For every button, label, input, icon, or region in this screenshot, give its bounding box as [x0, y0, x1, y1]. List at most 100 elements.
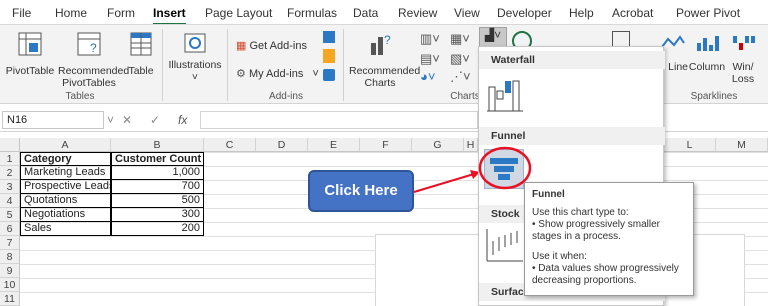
- people-graph-icon[interactable]: [323, 69, 335, 81]
- table-icon: [128, 31, 154, 56]
- tooltip-text: • Data values show progressively decreas…: [532, 263, 679, 286]
- row-header[interactable]: 9: [0, 264, 20, 278]
- row-header[interactable]: 1: [0, 152, 20, 166]
- pie-chart-icon[interactable]: ◕˅: [420, 69, 435, 84]
- cancel-icon[interactable]: ✕: [122, 113, 132, 127]
- table-cell[interactable]: 1,000: [111, 166, 204, 180]
- my-addins-button[interactable]: ⚙ My Add-ins ˅: [236, 67, 319, 80]
- winloss-label-2: Loss: [731, 73, 755, 85]
- column-header[interactable]: A: [20, 138, 111, 152]
- illustrations-button[interactable]: Illustrations ˅: [166, 31, 224, 83]
- menu-insert[interactable]: Insert: [153, 6, 186, 25]
- menu-form[interactable]: Form: [107, 6, 135, 20]
- table-cell[interactable]: 700: [111, 180, 204, 194]
- waterfall-chart-dropdown-button[interactable]: ▟˅: [479, 27, 507, 47]
- column-sparkline-icon: [694, 33, 720, 57]
- scatter-chart-icon[interactable]: ⋰˅: [450, 69, 471, 85]
- menu-help[interactable]: Help: [569, 6, 594, 20]
- column-header[interactable]: H: [464, 138, 478, 152]
- table-cell[interactable]: 500: [111, 194, 204, 208]
- statistic-chart-icon[interactable]: ▧˅: [450, 51, 470, 67]
- store-icon: ▦: [236, 40, 247, 52]
- row-header[interactable]: 11: [0, 292, 20, 306]
- row-header[interactable]: 3: [0, 180, 20, 194]
- svg-text:?: ?: [384, 33, 391, 47]
- column-label: Column: [688, 61, 726, 73]
- visio-icon[interactable]: [323, 31, 335, 43]
- group-tables-label: Tables: [65, 91, 95, 102]
- winloss-sparkline-button[interactable]: Win/ Loss: [728, 33, 758, 85]
- column-sparkline-button[interactable]: Column: [688, 33, 726, 73]
- table-header-cell[interactable]: Category: [20, 152, 111, 166]
- menu-formulas[interactable]: Formulas: [287, 6, 337, 20]
- menu-home[interactable]: Home: [55, 6, 87, 20]
- row-header[interactable]: 10: [0, 278, 20, 292]
- name-box[interactable]: N16: [2, 111, 104, 129]
- column-header[interactable]: L: [664, 138, 716, 152]
- table-cell[interactable]: Prospective Leads: [20, 180, 111, 194]
- menu-power-pivot[interactable]: Power Pivot: [676, 6, 740, 20]
- pivottable-button[interactable]: PivotTable: [4, 31, 56, 77]
- namebox-chevron-icon[interactable]: ˅: [107, 113, 114, 127]
- table-cell[interactable]: 200: [111, 222, 204, 236]
- ribbon-separator: [162, 29, 163, 101]
- menu-developer[interactable]: Developer: [497, 6, 552, 20]
- row-header[interactable]: 4: [0, 194, 20, 208]
- fx-icon[interactable]: fx: [178, 113, 187, 127]
- column-header[interactable]: D: [256, 138, 308, 152]
- get-addins-button[interactable]: ▦ Get Add-ins: [236, 39, 307, 52]
- column-chart-icon[interactable]: ▥˅: [420, 31, 440, 47]
- section-funnel-heading: Funnel: [479, 127, 665, 145]
- column-header[interactable]: C: [204, 138, 256, 152]
- ribbon-separator: [227, 29, 228, 101]
- menu-view[interactable]: View: [454, 6, 480, 20]
- recommended-charts-button[interactable]: ? Recommended Charts: [349, 31, 420, 89]
- recommended-pivottables-label-1: Recommended: [58, 65, 130, 77]
- row-header[interactable]: 6: [0, 222, 20, 236]
- row-header[interactable]: 2: [0, 166, 20, 180]
- bing-maps-icon[interactable]: [323, 49, 335, 63]
- hierarchy-icon[interactable]: ▦˅: [450, 31, 470, 47]
- formula-input[interactable]: [200, 111, 478, 129]
- table-cell[interactable]: Sales: [20, 222, 111, 236]
- table-button[interactable]: Table: [124, 31, 158, 77]
- pivottable-icon: [17, 31, 43, 56]
- tooltip-title: Funnel: [532, 189, 565, 200]
- table-cell[interactable]: Marketing Leads: [20, 166, 111, 180]
- column-header[interactable]: M: [716, 138, 768, 152]
- svg-text:?: ?: [90, 41, 97, 55]
- table-cell[interactable]: Negotiations: [20, 208, 111, 222]
- table-header-cell[interactable]: Customer Count: [111, 152, 204, 166]
- recommended-pivottables-button[interactable]: ? Recommended PivotTables: [58, 31, 130, 89]
- winloss-sparkline-icon: [730, 33, 756, 57]
- illustrations-icon: [182, 31, 208, 55]
- hierarchy-chart-icon[interactable]: ▤˅: [420, 51, 440, 67]
- menu-data[interactable]: Data: [353, 6, 378, 20]
- menu-page-layout[interactable]: Page Layout: [205, 6, 272, 20]
- confirm-icon[interactable]: ✓: [150, 113, 160, 127]
- recommended-pivottables-icon: ?: [76, 31, 102, 56]
- funnel-tooltip: Funnel Use this chart type to: • Show pr…: [524, 182, 694, 296]
- table-cell[interactable]: Quotations: [20, 194, 111, 208]
- waterfall-chart-option[interactable]: [485, 77, 525, 113]
- table-cell[interactable]: 300: [111, 208, 204, 222]
- section-waterfall-heading: Waterfall: [479, 51, 665, 69]
- menu-review[interactable]: Review: [398, 6, 437, 20]
- select-all-corner[interactable]: [0, 138, 20, 152]
- illustrations-label: Illustrations: [168, 59, 222, 71]
- row-header[interactable]: 8: [0, 250, 20, 264]
- recommended-pivottables-label-2: PivotTables: [62, 77, 116, 89]
- menu-bar: File Home Form Insert Page Layout Formul…: [0, 0, 768, 25]
- column-header[interactable]: F: [360, 138, 412, 152]
- stock-chart-option[interactable]: [485, 227, 525, 263]
- row-header[interactable]: 7: [0, 236, 20, 250]
- column-header[interactable]: B: [111, 138, 204, 152]
- column-header[interactable]: G: [412, 138, 464, 152]
- menu-acrobat[interactable]: Acrobat: [612, 6, 653, 20]
- row-header[interactable]: 5: [0, 208, 20, 222]
- column-header[interactable]: E: [308, 138, 360, 152]
- menu-file[interactable]: File: [12, 6, 31, 20]
- addins-icon: ⚙: [236, 68, 246, 80]
- tooltip-text: • Show progressively smaller stages in a…: [532, 219, 660, 242]
- group-addins-label: Add-ins: [269, 91, 303, 102]
